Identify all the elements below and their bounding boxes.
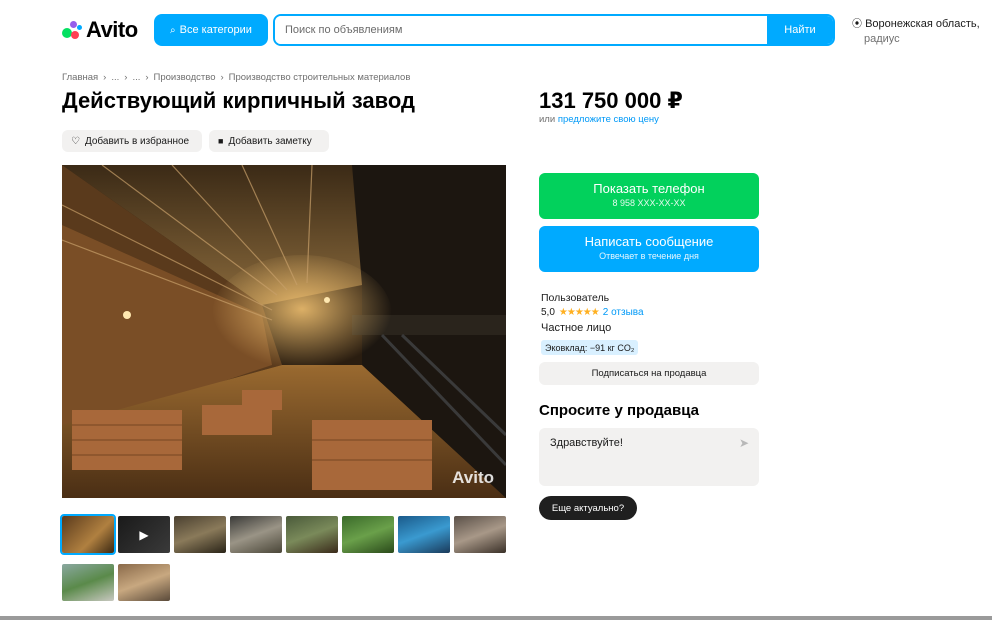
price-offer-line: или предложите свою цену	[539, 114, 659, 125]
avito-watermark: Avito	[452, 468, 494, 487]
ask-seller-input[interactable]: Здравствуйте! ➤	[539, 428, 759, 486]
thumbnail[interactable]	[118, 564, 170, 601]
show-phone-label: Показать телефон	[593, 181, 705, 196]
breadcrumb-separator: ›	[145, 72, 149, 83]
eco-badge[interactable]: Эковклад: −91 кг CO₂	[541, 340, 639, 355]
factory-interior-image	[62, 165, 506, 498]
offer-price-link[interactable]: предложите свою цену	[558, 114, 659, 125]
region-name: Воронежская область,	[865, 18, 980, 30]
search-input[interactable]	[275, 16, 767, 44]
note-icon: ■	[218, 136, 224, 146]
breadcrumb-separator: ›	[220, 72, 224, 83]
write-message-label: Написать сообщение	[584, 234, 714, 249]
listing-title: Действующий кирпичный завод	[62, 88, 415, 113]
breadcrumb: Главная › ... › ... › Производство › Про…	[62, 72, 410, 83]
reviews-link[interactable]: 2 отзыва	[603, 307, 644, 318]
thumbnail-strip-row-2	[62, 564, 170, 601]
add-to-favorites-label: Добавить в избранное	[84, 135, 190, 147]
search-icon: ⌕	[170, 24, 176, 36]
add-note-button[interactable]: ■ Добавить заметку	[209, 130, 329, 152]
thumbnail[interactable]	[342, 516, 394, 553]
thumbnail[interactable]	[398, 516, 450, 553]
search-bar: Найти	[273, 14, 835, 46]
logo-dots-icon	[62, 20, 82, 40]
breadcrumb-collapsed[interactable]: ...	[111, 72, 119, 83]
quick-reply-button[interactable]: Еще актуально?	[539, 496, 637, 520]
masked-phone-number: 8 958 XXX-XX-XX	[612, 198, 686, 208]
main-photo[interactable]: Avito	[62, 165, 506, 498]
region-selector[interactable]: ⦿ Воронежская область, радиус	[852, 17, 980, 46]
thumbnail[interactable]	[454, 516, 506, 553]
breadcrumb-production[interactable]: Производство	[154, 72, 216, 83]
thumbnail[interactable]	[230, 516, 282, 553]
all-categories-label: Все категории	[179, 24, 252, 36]
video-thumbnail[interactable]: ▶	[118, 516, 170, 553]
price-offer-prefix: или	[539, 114, 556, 125]
add-to-favorites-button[interactable]: ♡ Добавить в избранное	[62, 130, 202, 152]
location-pin-icon: ⦿	[852, 19, 862, 30]
show-phone-button[interactable]: Показать телефон 8 958 XXX-XX-XX	[539, 173, 759, 219]
breadcrumb-building-materials[interactable]: Производство строительных материалов	[229, 72, 411, 83]
write-message-button[interactable]: Написать сообщение Отвечает в течение дн…	[539, 226, 759, 272]
seller-rating: 5,0 ★★★★★ 2 отзыва	[541, 307, 644, 318]
heart-icon: ♡	[71, 135, 80, 147]
breadcrumb-home[interactable]: Главная	[62, 72, 98, 83]
thumbnail[interactable]	[62, 564, 114, 601]
breadcrumb-separator: ›	[103, 72, 107, 83]
avito-logo[interactable]: Avito	[62, 16, 138, 44]
thumbnail-strip: ▶	[60, 514, 506, 555]
thumbnail[interactable]	[174, 516, 226, 553]
response-time: Отвечает в течение дня	[599, 251, 699, 261]
price: 131 750 000 ₽	[539, 88, 683, 113]
all-categories-button[interactable]: ⌕ Все категории	[154, 14, 268, 46]
logo-text: Avito	[86, 17, 138, 42]
thumbnail[interactable]	[60, 514, 116, 555]
add-note-label: Добавить заметку	[228, 135, 312, 147]
subscribe-seller-button[interactable]: Подписаться на продавца	[539, 362, 759, 385]
breadcrumb-collapsed[interactable]: ...	[132, 72, 140, 83]
rating-value: 5,0	[541, 307, 555, 318]
search-button[interactable]: Найти	[767, 16, 833, 44]
send-icon[interactable]: ➤	[739, 436, 749, 450]
horizontal-scrollbar[interactable]	[0, 616, 992, 620]
rating-stars-icon: ★★★★★	[558, 307, 600, 318]
ask-seller-text: Здравствуйте!	[550, 437, 623, 449]
thumbnail[interactable]	[286, 516, 338, 553]
seller-name[interactable]: Пользователь	[541, 292, 609, 304]
region-radius: радиус	[864, 33, 900, 45]
breadcrumb-separator: ›	[124, 72, 128, 83]
ask-seller-heading: Спросите у продавца	[539, 402, 699, 419]
play-icon: ▶	[139, 527, 149, 542]
seller-kind: Частное лицо	[541, 322, 612, 334]
